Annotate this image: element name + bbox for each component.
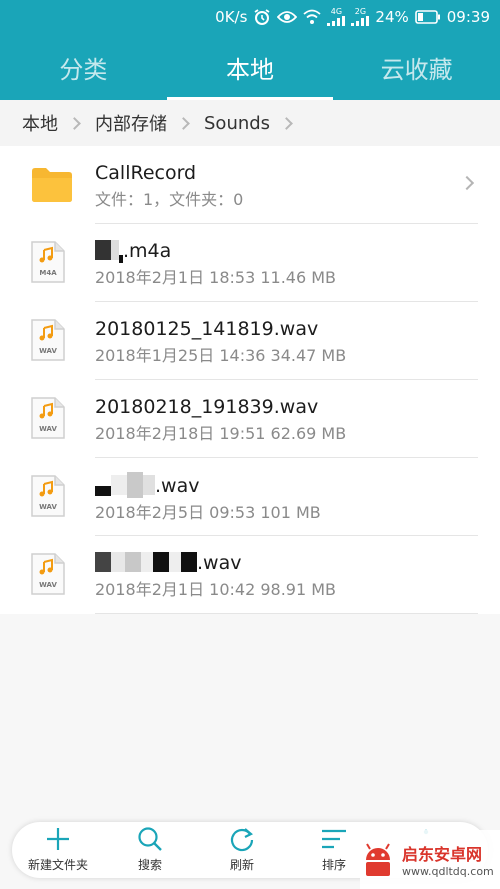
refresh-label: 刷新: [229, 858, 254, 872]
status-bar: 0K/s 4G 2G 24% 09:39: [0, 0, 500, 34]
refresh-button[interactable]: 刷新: [196, 822, 288, 878]
file-meta: 文件：1，文件夹：0: [95, 190, 244, 209]
search-icon: [138, 827, 162, 851]
folder-row-callrecord[interactable]: CallRecord 文件：1，文件夹：0: [0, 146, 500, 224]
file-row[interactable]: WAV 20180218_191839.wav 2018年2月18日 19:51…: [0, 380, 500, 458]
svg-text:WAV: WAV: [39, 425, 57, 433]
redacted-block: [143, 475, 155, 495]
search-button[interactable]: 搜索: [104, 822, 196, 878]
divider: [95, 613, 478, 614]
breadcrumb-internal-storage[interactable]: 内部存储: [95, 110, 167, 136]
tab-cloud[interactable]: 云收藏: [333, 34, 500, 100]
clock: 09:39: [446, 8, 490, 26]
watermark: 启东安卓网 www.qdltdq.com: [360, 830, 500, 889]
audio-file-icon: WAV: [30, 318, 72, 364]
svg-text:WAV: WAV: [39, 347, 57, 355]
file-list: CallRecord 文件：1，文件夹：0 M4A .m4a 2018年2月1日…: [0, 146, 500, 614]
folder-icon: [30, 162, 72, 208]
redacted-block: [181, 552, 197, 572]
svg-text:M4A: M4A: [39, 269, 57, 277]
chevron-right-icon: [280, 116, 293, 130]
redacted-block: [95, 240, 111, 260]
plus-icon: [47, 828, 69, 850]
breadcrumb-sounds[interactable]: Sounds: [204, 113, 270, 134]
file-name: 20180218_191839.wav: [95, 396, 319, 418]
file-name: .wav: [155, 475, 200, 497]
sort-icon: [322, 829, 346, 849]
network-speed: 0K/s: [215, 8, 248, 26]
redacted-block: [111, 240, 119, 260]
chevron-right-icon: [177, 116, 190, 130]
watermark-name: 启东安卓网: [402, 845, 483, 864]
new-folder-button[interactable]: 新建文件夹: [12, 822, 104, 878]
signal-4g-icon: 4G: [327, 7, 346, 26]
battery-icon: [414, 10, 441, 24]
redacted-block: [111, 552, 125, 572]
file-row[interactable]: WAV .wav 2018年2月5日 09:53 101 MB: [0, 458, 500, 536]
file-name: .wav: [197, 552, 242, 574]
battery-percent: 24%: [375, 8, 409, 26]
new-folder-label: 新建文件夹: [27, 858, 88, 872]
redacted-block: [169, 552, 181, 572]
refresh-icon: [230, 828, 254, 852]
tab-local[interactable]: 本地: [166, 34, 334, 100]
eye-icon: [277, 10, 298, 24]
tab-bar: 分类 本地 云收藏: [0, 34, 500, 100]
file-row[interactable]: WAV .wav 2018年2月1日 10:42 98.91 MB: [0, 536, 500, 614]
sort-label: 排序: [321, 858, 346, 872]
file-name: .m4a: [123, 240, 172, 262]
file-name: CallRecord: [95, 162, 197, 184]
audio-file-icon: WAV: [30, 396, 72, 442]
audio-file-icon: WAV: [30, 552, 72, 598]
redacted-block: [141, 552, 153, 572]
redacted-block: [95, 552, 111, 572]
search-label: 搜索: [137, 858, 162, 872]
file-meta: 2018年2月1日 18:53 11.46 MB: [95, 268, 337, 287]
file-meta: 2018年2月18日 19:51 62.69 MB: [95, 424, 347, 443]
breadcrumb: 本地 内部存储 Sounds: [0, 100, 500, 146]
file-row[interactable]: WAV 20180125_141819.wav 2018年1月25日 14:36…: [0, 302, 500, 380]
watermark-url: www.qdltdq.com: [402, 865, 494, 878]
app-header: 0K/s 4G 2G 24% 09:39 分类 本地 云收藏: [0, 0, 500, 100]
network-4g-label: 4G: [330, 7, 343, 16]
network-2g-label: 2G: [354, 7, 367, 16]
file-meta: 2018年1月25日 14:36 34.47 MB: [95, 346, 347, 365]
chevron-right-icon: [68, 116, 81, 130]
breadcrumb-local[interactable]: 本地: [22, 110, 58, 136]
signal-2g-icon: 2G: [351, 7, 370, 26]
alarm-icon: [253, 8, 271, 26]
file-meta: 2018年2月5日 09:53 101 MB: [95, 503, 321, 522]
file-meta: 2018年2月1日 10:42 98.91 MB: [95, 580, 337, 599]
file-name: 20180125_141819.wav: [95, 318, 319, 340]
redacted-block: [111, 475, 127, 495]
wifi-icon: [303, 9, 322, 25]
redacted-block: [125, 552, 141, 572]
redacted-block: [153, 552, 169, 572]
svg-text:WAV: WAV: [39, 503, 57, 511]
audio-file-icon: WAV: [30, 474, 72, 520]
audio-file-icon: M4A: [30, 240, 72, 286]
svg-text:WAV: WAV: [39, 581, 57, 589]
file-row[interactable]: M4A .m4a 2018年2月1日 18:53 11.46 MB: [0, 224, 500, 302]
redacted-block: [95, 486, 111, 496]
tab-category[interactable]: 分类: [0, 34, 167, 100]
redacted-block: [127, 472, 143, 498]
android-logo-icon: [366, 842, 390, 876]
